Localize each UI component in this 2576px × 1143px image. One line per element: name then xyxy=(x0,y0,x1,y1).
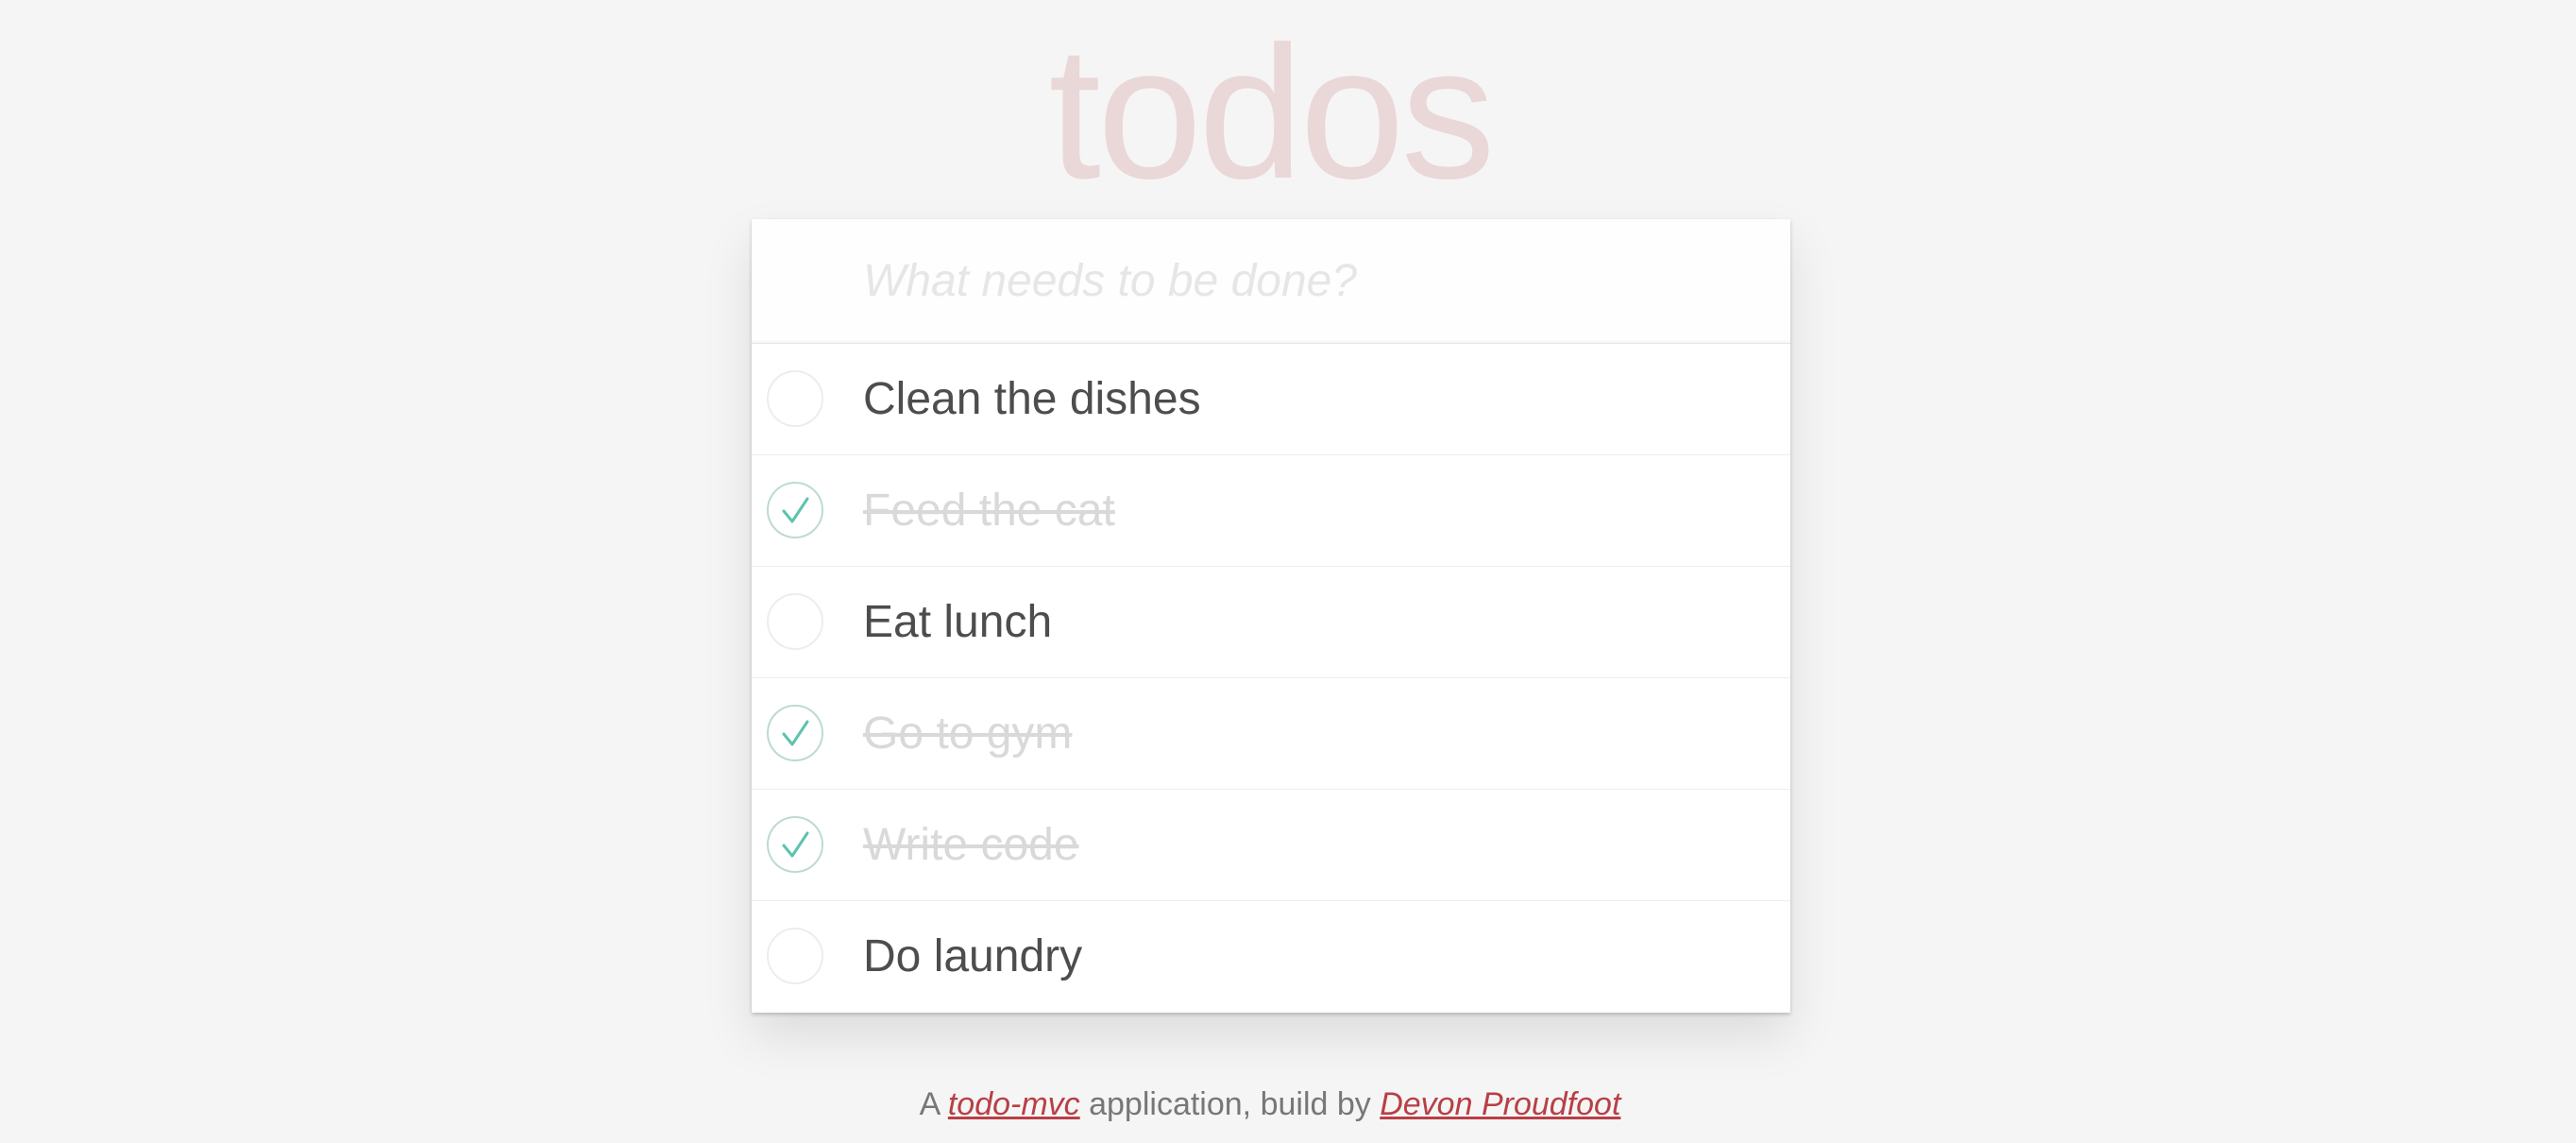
todo-header xyxy=(752,219,1790,343)
todo-toggle[interactable] xyxy=(767,593,823,650)
check-icon xyxy=(782,497,809,523)
todo-item: Do laundry xyxy=(752,901,1790,1013)
todo-toggle[interactable] xyxy=(767,482,823,538)
todo-toggle[interactable] xyxy=(767,370,823,427)
todo-label[interactable]: Eat lunch xyxy=(863,567,1052,678)
footer-prefix: A xyxy=(919,1086,948,1122)
todo-item: Clean the dishes xyxy=(752,344,1790,455)
todo-item: Write code xyxy=(752,790,1790,901)
todomvc-link[interactable]: todo-mvc xyxy=(948,1086,1080,1122)
todo-app: Clean the dishes Feed the cat Eat lunch xyxy=(752,219,1790,1013)
todo-item: Eat lunch xyxy=(752,567,1790,678)
new-todo-input[interactable] xyxy=(752,219,1790,343)
todo-toggle[interactable] xyxy=(767,705,823,761)
check-icon xyxy=(782,831,809,858)
app-title: todos xyxy=(1048,8,1495,218)
todo-label[interactable]: Write code xyxy=(863,790,1079,901)
todo-toggle[interactable] xyxy=(767,816,823,873)
todo-item: Feed the cat xyxy=(752,455,1790,567)
todo-label[interactable]: Go to gym xyxy=(863,678,1072,790)
todo-label[interactable]: Feed the cat xyxy=(863,455,1115,567)
author-link[interactable]: Devon Proudfoot xyxy=(1380,1086,1620,1122)
check-icon xyxy=(782,720,809,746)
todo-item: Go to gym xyxy=(752,678,1790,790)
todo-list: Clean the dishes Feed the cat Eat lunch xyxy=(752,343,1790,1013)
todo-toggle[interactable] xyxy=(767,928,823,984)
footer-middle: application, build by xyxy=(1079,1086,1381,1122)
footer-info: A todo-mvc application, build by Devon P… xyxy=(0,1079,2540,1130)
todo-label[interactable]: Do laundry xyxy=(863,901,1082,1013)
todo-label[interactable]: Clean the dishes xyxy=(863,344,1201,455)
